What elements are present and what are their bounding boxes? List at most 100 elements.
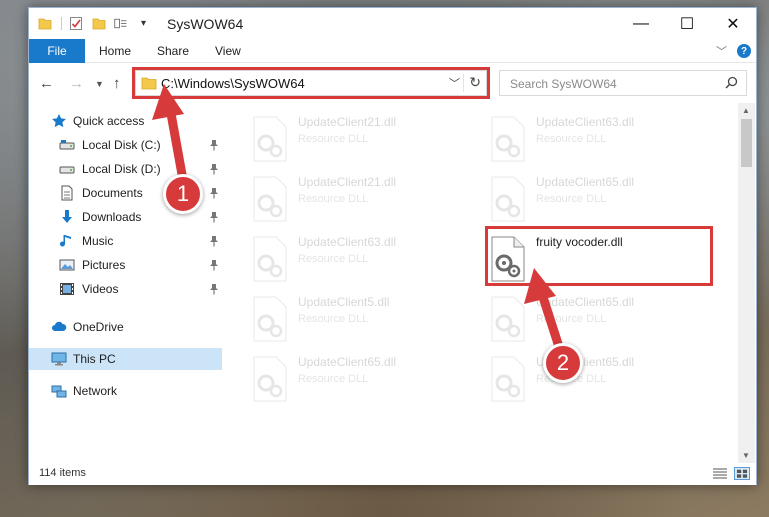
sidebar-item-network[interactable]: Network xyxy=(29,380,222,402)
minimize-button[interactable]: — xyxy=(618,8,664,39)
file-name: UpdateClient63.dll xyxy=(536,115,635,129)
drive-icon xyxy=(59,166,75,174)
tab-view[interactable]: View xyxy=(215,44,241,58)
quick-access-toolbar-dropdown[interactable]: ▾ xyxy=(141,18,146,29)
network-icon xyxy=(51,385,67,398)
address-path: C:\Windows\SysWOW64 xyxy=(161,76,305,91)
sidebar-item-label: Local Disk (D:) xyxy=(82,162,161,176)
help-icon[interactable]: ? xyxy=(737,44,751,58)
scrollbar-thumb[interactable] xyxy=(741,119,752,167)
file-name: UpdateClient21.dll xyxy=(298,175,397,189)
pictures-icon xyxy=(59,259,75,271)
file-item[interactable]: UpdateClient65.dll Resource DLL xyxy=(482,289,710,345)
file-item[interactable]: UpdateClient21.dll Resource DLL xyxy=(244,169,472,225)
pin-icon[interactable] xyxy=(209,139,219,151)
file-name: UpdateClient65.dll xyxy=(536,295,635,309)
file-item[interactable]: UpdateClient63.dll Resource DLL xyxy=(482,109,710,165)
dll-file-icon xyxy=(253,296,287,342)
back-arrow-icon[interactable]: ← xyxy=(39,75,54,92)
address-divider xyxy=(463,74,464,92)
videos-icon xyxy=(60,283,74,295)
file-item[interactable]: UpdateClient65.dll Resource DLL xyxy=(482,169,710,225)
sidebar-item-label: Quick access xyxy=(73,114,145,128)
dll-file-icon xyxy=(491,236,525,282)
dll-file-icon xyxy=(491,176,525,222)
sidebar-item-this-pc[interactable]: This PC xyxy=(29,348,222,370)
properties-check-icon[interactable] xyxy=(69,16,83,31)
forward-arrow-icon[interactable]: → xyxy=(69,75,84,92)
sidebar-item-onedrive[interactable]: OneDrive xyxy=(29,316,222,338)
scroll-up-arrow-icon[interactable]: ▲ xyxy=(742,106,750,115)
dll-file-icon xyxy=(253,356,287,402)
pin-icon[interactable] xyxy=(209,187,219,199)
sidebar-item-pictures[interactable]: Pictures xyxy=(29,254,222,276)
item-count: 114 items xyxy=(39,467,86,479)
search-icon[interactable] xyxy=(725,76,738,89)
maximize-button[interactable]: ☐ xyxy=(664,8,710,39)
tab-file[interactable]: File xyxy=(29,39,85,63)
file-item[interactable]: UpdateClient5.dll Resource DLL xyxy=(244,289,472,345)
file-type: Resource DLL xyxy=(298,193,369,205)
up-arrow-icon[interactable]: ↑ xyxy=(113,75,121,92)
file-type: Resource DLL xyxy=(298,133,369,145)
star-icon xyxy=(52,114,66,128)
dll-file-icon xyxy=(253,116,287,162)
new-folder-icon[interactable] xyxy=(92,16,106,31)
dll-file-icon xyxy=(491,116,525,162)
file-type: Resource DLL xyxy=(536,133,607,145)
file-item-fruity-vocoder[interactable]: fruity vocoder.dll xyxy=(482,229,710,285)
sidebar-item-label: Documents xyxy=(82,186,143,200)
details-view-icon[interactable] xyxy=(712,467,728,480)
vertical-scrollbar[interactable]: ▲ ▼ xyxy=(738,103,755,463)
address-bar[interactable]: C:\Windows\SysWOW64 ﹀ ↻ xyxy=(135,70,487,96)
sidebar-item-label: Videos xyxy=(82,282,119,296)
this-pc-icon xyxy=(51,352,67,366)
file-name: UpdateClient5.dll xyxy=(298,295,390,309)
pin-icon[interactable] xyxy=(209,283,219,295)
file-item[interactable]: UpdateClient21.dll Resource DLL xyxy=(244,109,472,165)
sidebar-item-label: Pictures xyxy=(82,258,126,272)
file-type: Resource DLL xyxy=(298,313,369,325)
pin-icon[interactable] xyxy=(209,259,219,271)
folder-icon[interactable] xyxy=(38,16,52,31)
sidebar-item-local-disk-c[interactable]: Local Disk (C:) xyxy=(29,134,222,156)
documents-icon xyxy=(61,185,73,201)
sidebar-item-label: Local Disk (C:) xyxy=(82,138,161,152)
tab-share[interactable]: Share xyxy=(157,44,189,58)
pin-icon[interactable] xyxy=(209,163,219,175)
step-2-badge: 2 xyxy=(543,343,583,383)
file-name: UpdateClient65.dll xyxy=(536,175,635,189)
sidebar-item-quick-access[interactable]: Quick access xyxy=(29,110,222,132)
close-button[interactable]: ✕ xyxy=(710,8,756,39)
file-item[interactable]: UpdateClient65.dll Resource DLL xyxy=(482,349,710,405)
tab-home[interactable]: Home xyxy=(99,44,131,58)
file-type: Resource DLL xyxy=(298,373,369,385)
file-item[interactable]: UpdateClient63.dll Resource DLL xyxy=(244,229,472,285)
expand-ribbon-chevron-icon[interactable]: ﹀ xyxy=(716,43,727,59)
address-dropdown-chevron-icon[interactable]: ﹀ xyxy=(449,75,460,91)
search-box[interactable]: Search SysWOW64 xyxy=(499,70,747,96)
file-type: Resource DLL xyxy=(298,253,369,265)
sidebar-item-music[interactable]: Music xyxy=(29,230,222,252)
navigation-bar: ← → ▼ ↑ C:\Windows\SysWOW64 ﹀ ↻ Search S… xyxy=(29,63,756,103)
explorer-window: ▾ SysWOW64 — ☐ ✕ File Home Share View ﹀ … xyxy=(28,7,757,485)
step-1-badge: 1 xyxy=(163,174,203,214)
large-icons-view-icon[interactable] xyxy=(734,467,750,480)
window-title: SysWOW64 xyxy=(167,16,244,32)
recent-locations-chevron-icon[interactable]: ▼ xyxy=(95,79,104,89)
status-bar: 114 items xyxy=(29,463,756,485)
pin-icon[interactable] xyxy=(209,211,219,223)
music-icon xyxy=(60,235,71,247)
file-name: UpdateClient21.dll xyxy=(298,115,397,129)
refresh-icon[interactable]: ↻ xyxy=(469,74,481,91)
drive-icon xyxy=(59,140,75,150)
dll-file-icon xyxy=(253,176,287,222)
pin-icon[interactable] xyxy=(209,235,219,247)
scroll-down-arrow-icon[interactable]: ▼ xyxy=(742,451,750,460)
search-placeholder: Search SysWOW64 xyxy=(510,77,617,91)
sidebar-item-videos[interactable]: Videos xyxy=(29,278,222,300)
file-item[interactable]: UpdateClient65.dll Resource DLL xyxy=(244,349,472,405)
view-options-icon[interactable] xyxy=(114,16,128,31)
dll-file-icon xyxy=(491,296,525,342)
title-bar: ▾ SysWOW64 — ☐ ✕ xyxy=(29,8,756,39)
